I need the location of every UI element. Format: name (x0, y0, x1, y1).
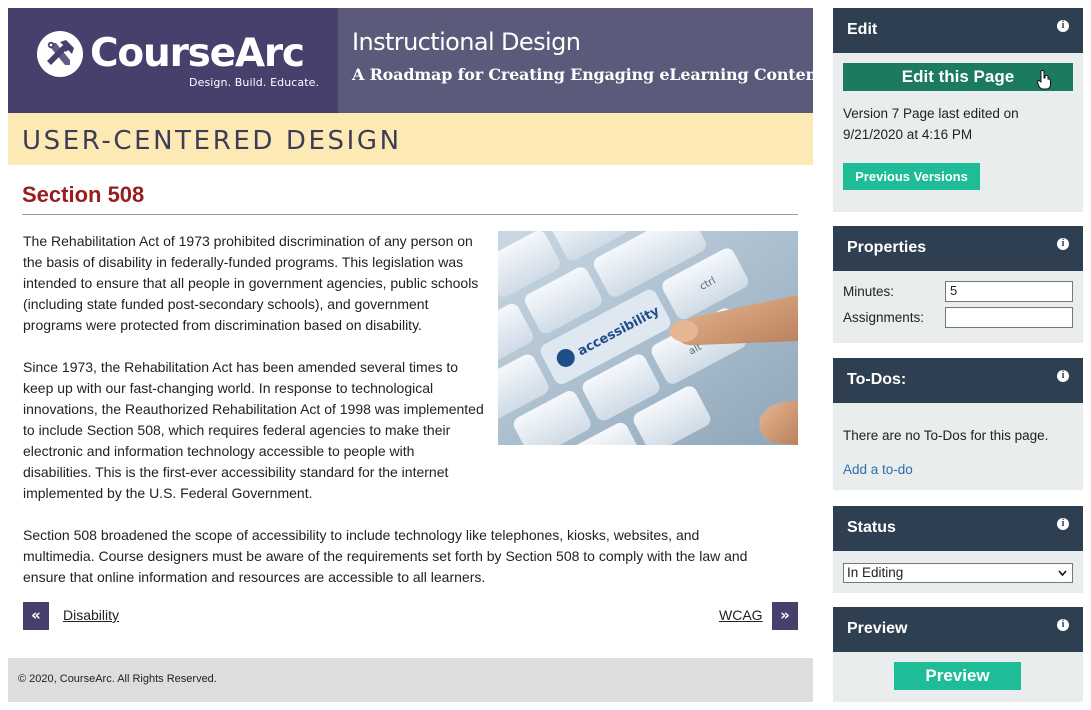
status-panel: Status i In Editing (833, 506, 1083, 593)
course-header: CourseArc Design. Build. Educate. Instru… (8, 8, 824, 113)
edit-panel: Edit i Edit this Page Version 7 Page las… (833, 8, 1083, 212)
info-icon[interactable]: i (1057, 370, 1069, 382)
paragraph-scope: Section 508 broadened the scope of acces… (23, 527, 748, 585)
module-title: USER-CENTERED DESIGN (22, 126, 402, 156)
next-page-button[interactable]: » (772, 602, 798, 630)
logo-wordmark: CourseArc (90, 31, 305, 76)
properties-panel: Properties i Minutes: 5 Assignments: (833, 226, 1083, 343)
page-navigation: « Disability WCAG » (8, 602, 813, 630)
info-icon[interactable]: i (1057, 238, 1069, 250)
preview-panel-header: Preview i (833, 607, 1083, 652)
todos-panel-header: To-Dos: i (833, 358, 1083, 403)
module-banner: USER-CENTERED DESIGN (8, 113, 813, 165)
previous-versions-button[interactable]: Previous Versions (843, 163, 980, 190)
todos-panel-title: To-Dos: (847, 371, 907, 388)
logo-tagline: Design. Build. Educate. (189, 76, 320, 89)
edit-panel-title: Edit (847, 21, 878, 38)
properties-panel-title: Properties (847, 239, 927, 256)
previous-page-link[interactable]: Disability (63, 607, 119, 623)
accessibility-keyboard-image: accessibility ctrl alt (498, 231, 798, 445)
page-footer: © 2020, CourseArc. All Rights Reserved. (8, 658, 813, 702)
copyright-text: © 2020, CourseArc. All Rights Reserved. (18, 673, 217, 685)
preview-panel-title: Preview (847, 620, 908, 637)
minutes-input[interactable]: 5 (945, 281, 1073, 302)
next-page-link[interactable]: WCAG (719, 607, 763, 623)
status-panel-title: Status (847, 519, 896, 536)
paragraph-rehabilitation-act: The Rehabilitation Act of 1973 prohibite… (23, 233, 479, 333)
properties-panel-header: Properties i (833, 226, 1083, 271)
info-icon[interactable]: i (1057, 619, 1069, 631)
section-title: Section 508 (22, 182, 145, 207)
assignments-input[interactable] (945, 307, 1073, 328)
hand-pointer-icon (1037, 70, 1051, 90)
chevron-down-icon (1058, 570, 1067, 577)
info-icon[interactable]: i (1057, 20, 1069, 32)
paragraph-amendments: Since 1973, the Rehabilitation Act has b… (23, 359, 484, 501)
main-content: CourseArc Design. Build. Educate. Instru… (8, 8, 824, 702)
add-todo-link[interactable]: Add a to-do (843, 462, 913, 477)
section-divider (22, 214, 798, 215)
coursearc-logo[interactable]: CourseArc Design. Build. Educate. (8, 8, 338, 113)
todos-panel: To-Dos: i There are no To-Dos for this p… (833, 358, 1083, 490)
todos-empty-message: There are no To-Dos for this page. (843, 428, 1049, 443)
course-title: Instructional Design (352, 28, 581, 56)
previous-page-button[interactable]: « (23, 602, 49, 630)
status-panel-header: Status i (833, 506, 1083, 551)
tools-logo-icon (37, 31, 83, 77)
preview-panel: Preview i Preview (833, 607, 1083, 702)
assignments-label: Assignments: (843, 310, 925, 325)
status-select[interactable]: In Editing (843, 563, 1073, 583)
info-icon[interactable]: i (1057, 518, 1069, 530)
course-subtitle: A Roadmap for Creating Engaging eLearnin… (352, 65, 825, 84)
edit-panel-header: Edit i (833, 8, 1083, 53)
version-info: Version 7 Page last edited on 9/21/2020 … (843, 106, 1019, 142)
minutes-label: Minutes: (843, 284, 895, 299)
status-selected-value: In Editing (847, 565, 904, 580)
preview-button[interactable]: Preview (894, 662, 1021, 690)
